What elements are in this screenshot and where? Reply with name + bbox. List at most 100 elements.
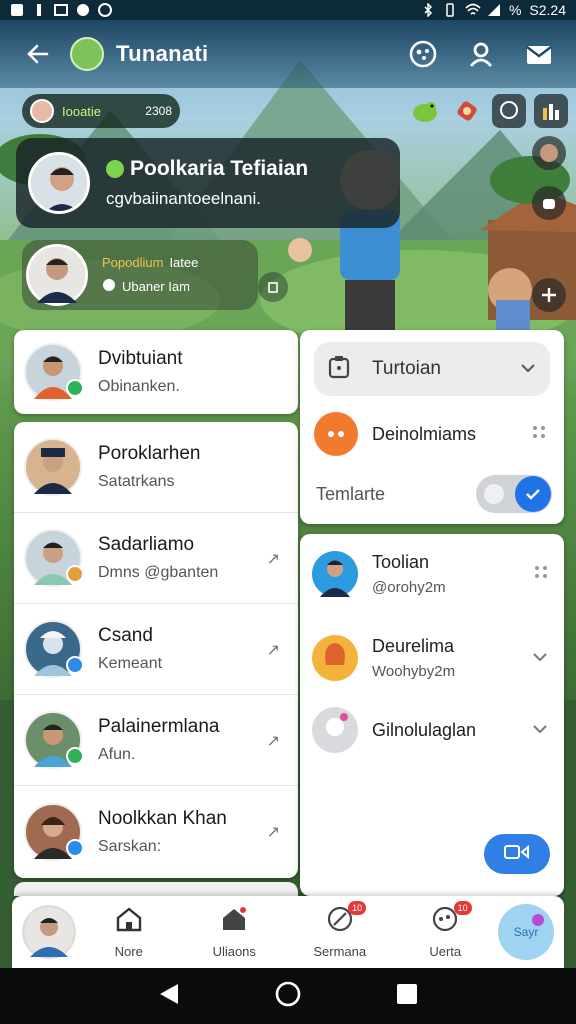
- hand-icon[interactable]: [532, 186, 566, 220]
- secondary-subtitle: Ubaner Iam: [122, 279, 190, 294]
- notification-badge: 10: [348, 901, 367, 915]
- nav-label: Nore: [114, 944, 143, 959]
- visibility-toggle[interactable]: [476, 475, 552, 513]
- avatar: [30, 99, 54, 123]
- contact-name: Palainermlana: [98, 716, 220, 737]
- checkmark-icon: [515, 476, 551, 512]
- wifi-icon: [465, 3, 481, 17]
- bottom-navigation: Nore Uliaons 10 Sermana 10 Uerta Sayr: [12, 896, 564, 968]
- contact-name: Dvibtuiant: [98, 348, 183, 369]
- chip-count: 2308: [145, 104, 172, 118]
- user-avatar[interactable]: [22, 905, 76, 959]
- image-icon: [54, 3, 68, 17]
- person-icon: [484, 484, 504, 504]
- house-icon: [115, 905, 143, 938]
- list-item[interactable]: Deurelima Woohyby2m: [312, 628, 552, 688]
- contact-name: Poroklarhen: [98, 443, 201, 464]
- notification-icon: [10, 3, 24, 17]
- secondary-tag: Iatee: [169, 255, 199, 270]
- list-item[interactable]: Poroklarhen Satatrkans: [14, 422, 298, 513]
- add-icon[interactable]: [532, 278, 566, 312]
- reply-icon[interactable]: ↗: [267, 731, 280, 751]
- reply-icon[interactable]: ↗: [267, 640, 280, 660]
- chevron-down-icon[interactable]: [532, 649, 548, 667]
- status-time: S2.24: [529, 2, 566, 18]
- contact-status: Obinanken.: [98, 378, 180, 395]
- video-camera-icon: [504, 844, 530, 865]
- clipboard-icon: [328, 355, 350, 384]
- location-icon: [98, 3, 112, 17]
- drag-handle-icon[interactable]: [534, 565, 548, 584]
- game-controller-icon[interactable]: [406, 37, 440, 71]
- edit-icon: [102, 278, 116, 295]
- signal-icon: [487, 3, 501, 17]
- fab-label: Sayr: [513, 925, 539, 939]
- compose-fab[interactable]: Sayr: [498, 904, 554, 960]
- back-arrow-icon[interactable]: [20, 36, 56, 72]
- contact-avatar: [24, 438, 82, 496]
- app-logo-icon: [70, 37, 104, 71]
- contact-avatar: [312, 551, 358, 597]
- contact-name: Deurelima: [372, 636, 455, 656]
- contact-status: Sarskan:: [98, 837, 162, 855]
- chat-bubble-icon[interactable]: [492, 94, 526, 128]
- system-navigation-bar: [0, 968, 576, 1024]
- list-item[interactable]: Palainermlana Afun. ↗: [14, 695, 298, 786]
- stats-icon[interactable]: [534, 94, 568, 128]
- player-status-chip[interactable]: Iooatie 2308: [22, 94, 180, 128]
- notification-badge: 10: [453, 901, 472, 915]
- nav-uerta[interactable]: 10 Uerta: [393, 901, 499, 959]
- contact-status: Satatrkans: [98, 473, 175, 490]
- bluetooth-icon: [421, 2, 435, 18]
- list-item[interactable]: Noolkkan Khan Sarskan: ↗: [14, 786, 298, 877]
- pinned-contact-card[interactable]: Dvibtuiant Obinanken.: [14, 330, 298, 414]
- sync-icon: [76, 3, 90, 17]
- home-circle-icon[interactable]: [275, 981, 301, 1012]
- drag-handle-icon[interactable]: [532, 425, 546, 444]
- top-app-bar: Tunanati: [0, 20, 576, 88]
- contact-name: Noolkkan Khan: [98, 807, 227, 829]
- toggle-row: Temlarte: [316, 474, 552, 514]
- avatar: [26, 244, 88, 306]
- nav-label: Uliaons: [212, 944, 256, 959]
- nav-relations[interactable]: Uliaons: [182, 905, 288, 959]
- nav-home[interactable]: Nore: [76, 905, 182, 959]
- share-icon[interactable]: [258, 272, 288, 302]
- panel-option[interactable]: Deinolmiams: [314, 412, 550, 456]
- reply-icon[interactable]: ↗: [267, 822, 280, 842]
- contact-avatar: [24, 529, 84, 587]
- contact-avatar: [24, 711, 84, 769]
- list-item[interactable]: Toolian @orohy2m: [312, 544, 552, 604]
- profile-icon[interactable]: [464, 37, 498, 71]
- rocket-icon[interactable]: [450, 94, 484, 128]
- profile-name: Poolkaria Tefiaian: [130, 157, 309, 180]
- profile-card[interactable]: Poolkaria Tefiaian cgvbaiinantoeelnani.: [16, 138, 400, 228]
- recents-square-icon[interactable]: [396, 983, 418, 1010]
- mail-icon[interactable]: [522, 37, 556, 71]
- list-item[interactable]: Sadarliamo Dmns @gbanten ↗: [14, 513, 298, 604]
- contacts-list: Poroklarhen Satatrkans Sadarliamo Dmns @…: [14, 422, 298, 878]
- nav-sermana[interactable]: 10 Sermana: [287, 901, 393, 959]
- list-item[interactable]: Csand Kemeant ↗: [14, 604, 298, 695]
- category-dropdown[interactable]: Turtoian: [314, 342, 550, 396]
- reply-icon[interactable]: ↗: [267, 549, 280, 569]
- video-call-button[interactable]: [484, 834, 550, 874]
- floating-toolbar: [408, 94, 568, 128]
- mask-icon: [314, 412, 358, 456]
- home-icon: [220, 905, 248, 938]
- contact-status: Dmns @gbanten: [98, 564, 219, 581]
- toggle-label: Temlarte: [316, 483, 386, 504]
- secondary-profile-card[interactable]: Popodlium Iatee Ubaner Iam: [22, 240, 258, 310]
- status-bar: % S2.24: [0, 0, 576, 20]
- contact-avatar: [24, 343, 84, 401]
- avatar-switch-icon[interactable]: [532, 136, 566, 170]
- battery-indicator: %: [508, 2, 522, 18]
- dropdown-label: Turtoian: [372, 358, 441, 379]
- nav-label: Uerta: [429, 944, 462, 959]
- profile-avatar: [28, 152, 90, 214]
- list-item[interactable]: Gilnolulaglan: [312, 700, 552, 760]
- dino-icon[interactable]: [408, 94, 442, 128]
- contact-name: Sadarliamo: [98, 534, 195, 555]
- back-triangle-icon[interactable]: [158, 982, 180, 1011]
- chevron-down-icon[interactable]: [532, 721, 548, 739]
